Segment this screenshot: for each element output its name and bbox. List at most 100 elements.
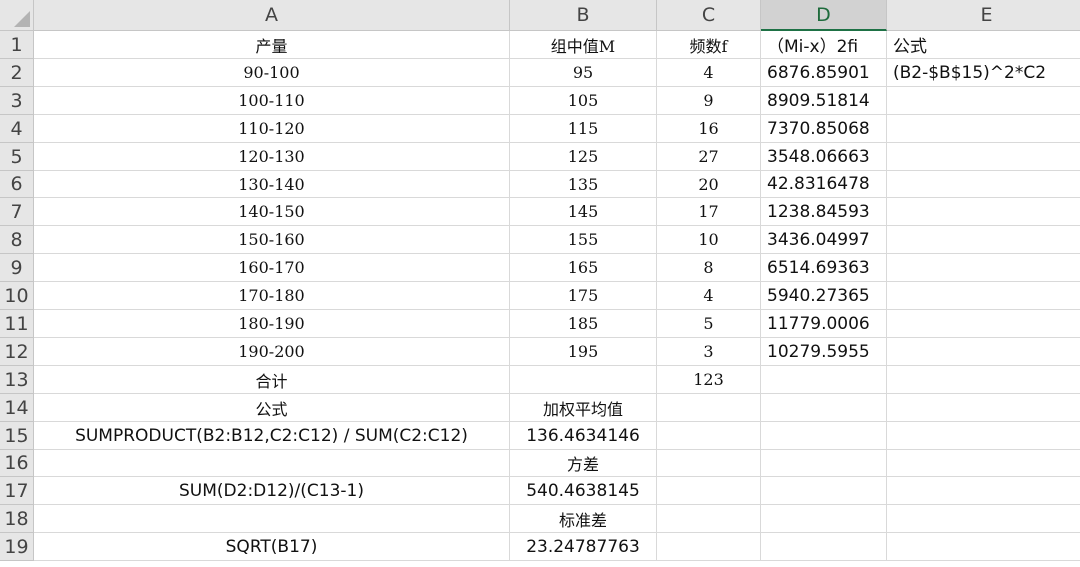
cell-a8[interactable]: 150-160 bbox=[34, 226, 510, 254]
cell-e1[interactable]: 公式 bbox=[887, 31, 1080, 59]
cell-e6[interactable] bbox=[887, 171, 1080, 198]
row-header-7[interactable]: 7 bbox=[0, 198, 34, 226]
cell-c12[interactable]: 3 bbox=[657, 338, 761, 366]
cell-e17[interactable] bbox=[887, 477, 1080, 505]
cell-d4[interactable]: 7370.85068 bbox=[761, 115, 887, 143]
cell-d8[interactable]: 3436.04997 bbox=[761, 226, 887, 254]
cell-c16[interactable] bbox=[657, 450, 761, 477]
cell-a18[interactable] bbox=[34, 505, 510, 533]
row-header-2[interactable]: 2 bbox=[0, 59, 34, 87]
cell-d14[interactable] bbox=[761, 394, 887, 422]
column-header-b[interactable]: B bbox=[510, 0, 657, 31]
cell-e18[interactable] bbox=[887, 505, 1080, 533]
cell-d15[interactable] bbox=[761, 422, 887, 450]
cell-b19[interactable]: 23.24787763 bbox=[510, 533, 657, 561]
cell-b12[interactable]: 195 bbox=[510, 338, 657, 366]
cell-e5[interactable] bbox=[887, 143, 1080, 171]
row-header-19[interactable]: 19 bbox=[0, 533, 34, 561]
row-header-8[interactable]: 8 bbox=[0, 226, 34, 254]
cell-b13[interactable] bbox=[510, 366, 657, 394]
cell-a2[interactable]: 90-100 bbox=[34, 59, 510, 87]
cell-d1[interactable]: （Mi-x）2fi bbox=[761, 31, 887, 59]
cell-a9[interactable]: 160-170 bbox=[34, 254, 510, 282]
cell-e16[interactable] bbox=[887, 450, 1080, 477]
cell-d6[interactable]: 42.8316478 bbox=[761, 171, 887, 198]
column-header-c[interactable]: C bbox=[657, 0, 761, 31]
cell-a7[interactable]: 140-150 bbox=[34, 198, 510, 226]
cell-c8[interactable]: 10 bbox=[657, 226, 761, 254]
cell-e7[interactable] bbox=[887, 198, 1080, 226]
cell-a10[interactable]: 170-180 bbox=[34, 282, 510, 310]
cell-b14[interactable]: 加权平均值 bbox=[510, 394, 657, 422]
cell-d5[interactable]: 3548.06663 bbox=[761, 143, 887, 171]
cell-d16[interactable] bbox=[761, 450, 887, 477]
row-header-3[interactable]: 3 bbox=[0, 87, 34, 115]
cell-b11[interactable]: 185 bbox=[510, 310, 657, 338]
row-header-5[interactable]: 5 bbox=[0, 143, 34, 171]
select-all-corner[interactable] bbox=[0, 0, 34, 31]
row-header-1[interactable]: 1 bbox=[0, 31, 34, 59]
cell-d7[interactable]: 1238.84593 bbox=[761, 198, 887, 226]
cell-c18[interactable] bbox=[657, 505, 761, 533]
cell-b9[interactable]: 165 bbox=[510, 254, 657, 282]
column-header-a[interactable]: A bbox=[34, 0, 510, 31]
cell-b7[interactable]: 145 bbox=[510, 198, 657, 226]
row-header-15[interactable]: 15 bbox=[0, 422, 34, 450]
cell-d2[interactable]: 6876.85901 bbox=[761, 59, 887, 87]
cell-d18[interactable] bbox=[761, 505, 887, 533]
row-header-13[interactable]: 13 bbox=[0, 366, 34, 394]
cell-e10[interactable] bbox=[887, 282, 1080, 310]
cell-c6[interactable]: 20 bbox=[657, 171, 761, 198]
cell-c14[interactable] bbox=[657, 394, 761, 422]
cell-a14[interactable]: 公式 bbox=[34, 394, 510, 422]
spreadsheet-grid[interactable]: A B C D E 1 产量 组中值M 频数f （Mi-x）2fi 公式 2 90-100 95 4 6876… bbox=[0, 0, 1080, 567]
cell-c7[interactable]: 17 bbox=[657, 198, 761, 226]
cell-c15[interactable] bbox=[657, 422, 761, 450]
row-header-4[interactable]: 4 bbox=[0, 115, 34, 143]
row-header-16[interactable]: 16 bbox=[0, 450, 34, 477]
row-header-12[interactable]: 12 bbox=[0, 338, 34, 366]
cell-c10[interactable]: 4 bbox=[657, 282, 761, 310]
row-header-10[interactable]: 10 bbox=[0, 282, 34, 310]
cell-b10[interactable]: 175 bbox=[510, 282, 657, 310]
cell-b17[interactable]: 540.4638145 bbox=[510, 477, 657, 505]
cell-a17[interactable]: SUM(D2:D12)/(C13-1) bbox=[34, 477, 510, 505]
cell-c17[interactable] bbox=[657, 477, 761, 505]
cell-a19[interactable]: SQRT(B17) bbox=[34, 533, 510, 561]
cell-e4[interactable] bbox=[887, 115, 1080, 143]
row-header-9[interactable]: 9 bbox=[0, 254, 34, 282]
cell-b3[interactable]: 105 bbox=[510, 87, 657, 115]
row-header-11[interactable]: 11 bbox=[0, 310, 34, 338]
cell-a6[interactable]: 130-140 bbox=[34, 171, 510, 198]
cell-e15[interactable] bbox=[887, 422, 1080, 450]
row-header-6[interactable]: 6 bbox=[0, 171, 34, 198]
cell-d10[interactable]: 5940.27365 bbox=[761, 282, 887, 310]
cell-c1[interactable]: 频数f bbox=[657, 31, 761, 59]
cell-e14[interactable] bbox=[887, 394, 1080, 422]
cell-a13[interactable]: 合计 bbox=[34, 366, 510, 394]
cell-b1[interactable]: 组中值M bbox=[510, 31, 657, 59]
cell-c4[interactable]: 16 bbox=[657, 115, 761, 143]
cell-a5[interactable]: 120-130 bbox=[34, 143, 510, 171]
cell-a3[interactable]: 100-110 bbox=[34, 87, 510, 115]
cell-d9[interactable]: 6514.69363 bbox=[761, 254, 887, 282]
cell-c11[interactable]: 5 bbox=[657, 310, 761, 338]
cell-c13[interactable]: 123 bbox=[657, 366, 761, 394]
cell-a4[interactable]: 110-120 bbox=[34, 115, 510, 143]
cell-a12[interactable]: 190-200 bbox=[34, 338, 510, 366]
column-header-e[interactable]: E bbox=[887, 0, 1080, 31]
cell-d3[interactable]: 8909.51814 bbox=[761, 87, 887, 115]
cell-b16[interactable]: 方差 bbox=[510, 450, 657, 477]
cell-a15[interactable]: SUMPRODUCT(B2:B12,C2:C12) / SUM(C2:C12) bbox=[34, 422, 510, 450]
row-header-18[interactable]: 18 bbox=[0, 505, 34, 533]
cell-d11[interactable]: 11779.0006 bbox=[761, 310, 887, 338]
cell-e8[interactable] bbox=[887, 226, 1080, 254]
cell-c3[interactable]: 9 bbox=[657, 87, 761, 115]
cell-d12[interactable]: 10279.5955 bbox=[761, 338, 887, 366]
cell-c2[interactable]: 4 bbox=[657, 59, 761, 87]
cell-b5[interactable]: 125 bbox=[510, 143, 657, 171]
cell-e11[interactable] bbox=[887, 310, 1080, 338]
cell-e13[interactable] bbox=[887, 366, 1080, 394]
cell-b4[interactable]: 115 bbox=[510, 115, 657, 143]
cell-b18[interactable]: 标准差 bbox=[510, 505, 657, 533]
